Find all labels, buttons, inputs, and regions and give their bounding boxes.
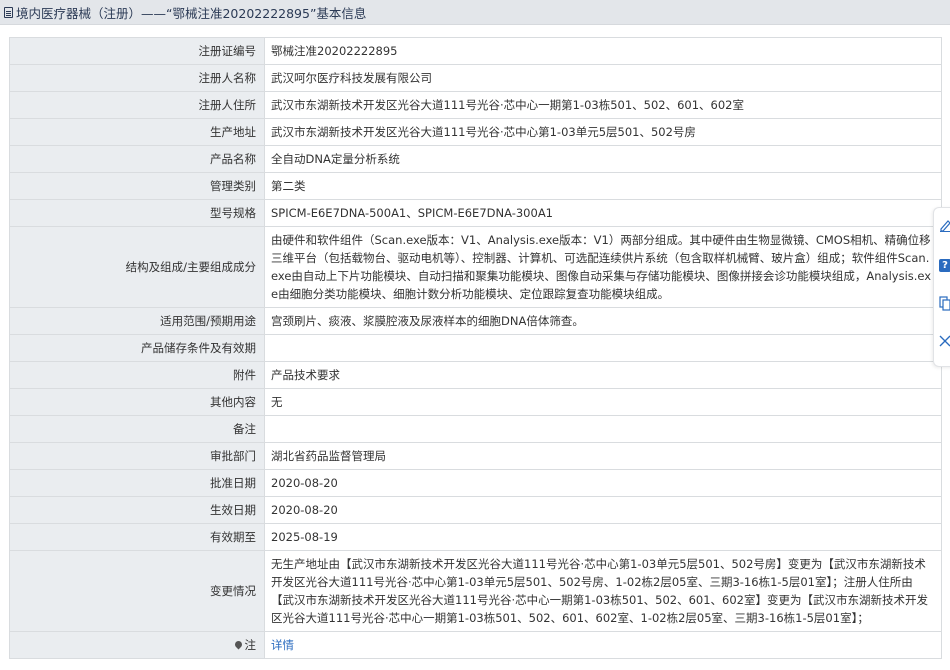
table-row: 生效日期 2020-08-20 bbox=[9, 496, 942, 524]
note-label: 注 bbox=[244, 638, 257, 652]
row-label: 其他内容 bbox=[9, 388, 265, 416]
row-label: 附件 bbox=[9, 361, 265, 389]
info-table: 注册证编号 鄂械注准20202222895 注册人名称 武汉呵尔医疗科技发展有限公司… bbox=[9, 37, 942, 659]
row-value: 无 bbox=[264, 388, 942, 416]
row-value: 2020-08-20 bbox=[264, 496, 942, 524]
row-label: 审批部门 bbox=[9, 442, 265, 470]
row-value: 武汉市东湖新技术开发区光谷大道111号光谷·芯中心第1-03单元5层501、50… bbox=[264, 118, 942, 146]
table-row: 管理类别 第二类 bbox=[9, 172, 942, 200]
row-value: 2025-08-19 bbox=[264, 523, 942, 551]
row-label: 产品名称 bbox=[9, 145, 265, 173]
table-row: 适用范围/预期用途 宫颈刷片、痰液、浆膜腔液及尿液样本的细胞DNA倍体筛查。 bbox=[9, 307, 942, 335]
row-value bbox=[264, 415, 942, 443]
row-label: 生效日期 bbox=[9, 496, 265, 524]
table-row: 批准日期 2020-08-20 bbox=[9, 469, 942, 497]
table-row: 审批部门 湖北省药品监督管理局 bbox=[9, 442, 942, 470]
row-value: 宫颈刷片、痰液、浆膜腔液及尿液样本的细胞DNA倍体筛查。 bbox=[264, 307, 942, 335]
table-row: 备注 bbox=[9, 415, 942, 443]
table-row: 生产地址 武汉市东湖新技术开发区光谷大道111号光谷·芯中心第1-03单元5层50… bbox=[9, 118, 942, 146]
row-label: 有效期至 bbox=[9, 523, 265, 551]
row-value: 全自动DNA定量分析系统 bbox=[264, 145, 942, 173]
table-row: 其他内容无 bbox=[9, 388, 942, 416]
table-row: 型号规格 SPICM-E6E7DNA-500A1、SPICM-E6E7DNA-30… bbox=[9, 199, 942, 227]
row-value: 武汉市东湖新技术开发区光谷大道111号光谷·芯中心一期第1-03栋501、502… bbox=[264, 91, 942, 119]
table-row: 注册人住所 武汉市东湖新技术开发区光谷大道111号光谷·芯中心一期第1-03栋50… bbox=[9, 91, 942, 119]
row-value: 产品技术要求 bbox=[264, 361, 942, 389]
table-row: 附件 产品技术要求 bbox=[9, 361, 942, 389]
note-value-cell: 详情 bbox=[264, 631, 942, 659]
row-value: 鄂械注准20202222895 bbox=[264, 37, 942, 65]
row-label: 批准日期 bbox=[9, 469, 265, 497]
row-value bbox=[264, 334, 942, 362]
row-label: 适用范围/预期用途 bbox=[9, 307, 265, 335]
document-icon bbox=[4, 6, 13, 18]
copy-icon[interactable] bbox=[939, 296, 950, 314]
row-value: SPICM-E6E7DNA-500A1、SPICM-E6E7DNA-300A1 bbox=[264, 199, 942, 227]
table-row: 结构及组成/主要组成成分 由硬件和软件组件（Scan.exe版本：V1、Analy… bbox=[9, 226, 942, 308]
table-row: 有效期至 2025-08-19 bbox=[9, 523, 942, 551]
edit-icon[interactable] bbox=[939, 218, 950, 236]
row-value: 无生产地址由【武汉市东湖新技术开发区光谷大道111号光谷·芯中心第1-03单元5… bbox=[264, 550, 942, 632]
page-title: 境内医疗器械（注册）——“鄂械注准20202222895”基本信息 bbox=[16, 5, 367, 21]
row-label: 产品储存条件及有效期 bbox=[9, 334, 265, 362]
table-row: 注册证编号 鄂械注准20202222895 bbox=[9, 37, 942, 65]
row-value: 第二类 bbox=[264, 172, 942, 200]
row-label: 管理类别 bbox=[9, 172, 265, 200]
close-icon[interactable] bbox=[939, 335, 950, 353]
row-label: 变更情况 bbox=[9, 550, 265, 632]
page-header: 境内医疗器械（注册）——“鄂械注准20202222895”基本信息 bbox=[0, 0, 950, 25]
row-label: 型号规格 bbox=[9, 199, 265, 227]
row-label: 生产地址 bbox=[9, 118, 265, 146]
table-row: 注册人名称 武汉呵尔医疗科技发展有限公司 bbox=[9, 64, 942, 92]
table-row: 变更情况 无生产地址由【武汉市东湖新技术开发区光谷大道111号光谷·芯中心第1-0… bbox=[9, 550, 942, 632]
row-label: 注册证编号 bbox=[9, 37, 265, 65]
note-label-cell: 注 bbox=[9, 631, 265, 659]
help-icon[interactable]: ? bbox=[939, 256, 950, 274]
row-value: 2020-08-20 bbox=[264, 469, 942, 497]
table-row: 产品储存条件及有效期 bbox=[9, 334, 942, 362]
row-label: 注册人住所 bbox=[9, 91, 265, 119]
row-value: 由硬件和软件组件（Scan.exe版本：V1、Analysis.exe版本：V1… bbox=[264, 226, 942, 308]
table-row: 产品名称 全自动DNA定量分析系统 bbox=[9, 145, 942, 173]
row-label: 备注 bbox=[9, 415, 265, 443]
row-value: 湖北省药品监督管理局 bbox=[264, 442, 942, 470]
pin-icon bbox=[233, 639, 243, 650]
row-label: 结构及组成/主要组成成分 bbox=[9, 226, 265, 308]
side-toolbar: ? bbox=[933, 207, 950, 367]
row-label: 注册人名称 bbox=[9, 64, 265, 92]
table-row: 注 详情 bbox=[9, 631, 942, 659]
row-value: 武汉呵尔医疗科技发展有限公司 bbox=[264, 64, 942, 92]
details-link[interactable]: 详情 bbox=[271, 638, 294, 652]
